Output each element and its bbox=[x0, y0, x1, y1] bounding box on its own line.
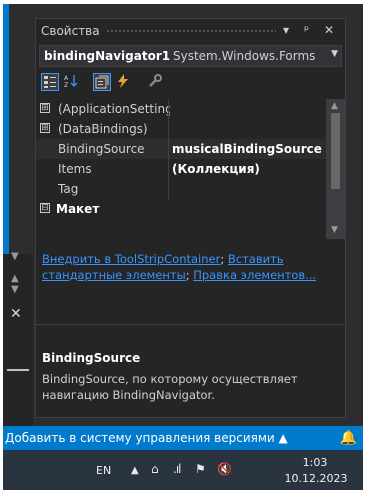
show-hidden-icons-icon[interactable]: ▲ bbox=[131, 465, 139, 476]
expand-arrow-icon[interactable]: ▲ bbox=[11, 274, 19, 284]
pane-splitter[interactable] bbox=[36, 324, 345, 325]
bell-icon[interactable]: 🔔 bbox=[340, 430, 357, 446]
volume-muted-icon[interactable]: 🔇 bbox=[217, 462, 232, 476]
titlebar-grip[interactable] bbox=[106, 29, 276, 34]
flag-notification-icon[interactable]: ⚑ bbox=[195, 462, 206, 476]
property-value[interactable]: musicalBindingSource bbox=[172, 142, 326, 156]
collapse-icon[interactable]: ⊟ bbox=[40, 203, 50, 213]
grid-row-items[interactable]: Items (Коллекция) bbox=[36, 159, 326, 179]
pin-icon[interactable]: ᵖ bbox=[304, 23, 309, 37]
scroll-down-icon[interactable]: ▼ bbox=[331, 225, 338, 235]
add-to-source-control-button[interactable]: Добавить в систему управления версиями ▲ bbox=[5, 431, 288, 445]
properties-toolbar: AZ bbox=[39, 71, 342, 95]
property-grid: ⊞ (ApplicationSettings) ⊞ (DataBindings)… bbox=[36, 99, 345, 239]
column-separator bbox=[168, 119, 169, 139]
commands-separator: ; bbox=[220, 252, 228, 266]
property-name: Tag bbox=[58, 182, 79, 196]
screen: ▼ ▲ ▼ ✕ Свойства ▾ ᵖ ✕ bindingNavigator1… bbox=[3, 4, 363, 490]
network-icon[interactable]: .ıl bbox=[173, 462, 182, 476]
input-language[interactable]: EN bbox=[96, 464, 111, 477]
property-pages-icon[interactable] bbox=[147, 73, 165, 91]
object-selector-dropdown[interactable]: bindingNavigator1 System.Windows.Forms ▼ bbox=[39, 45, 342, 67]
property-name: (DataBindings) bbox=[58, 122, 148, 136]
scroll-thumb[interactable] bbox=[331, 113, 340, 189]
collapse-arrow-icon[interactable]: ▼ bbox=[11, 252, 19, 262]
commands-pane: Внедрить в ToolStripContainer; Вставить … bbox=[42, 251, 337, 283]
description-title: BindingSource bbox=[42, 351, 141, 365]
description-pane: BindingSource BindingSource, по которому… bbox=[42, 351, 340, 403]
window-menu-dropdown-icon[interactable]: ▾ bbox=[283, 23, 289, 37]
properties-window: Свойства ▾ ᵖ ✕ bindingNavigator1 System.… bbox=[35, 18, 346, 418]
category-name: Макет bbox=[56, 202, 100, 216]
property-name: Items bbox=[58, 162, 92, 176]
status-bar: Добавить в систему управления версиями ▲… bbox=[3, 426, 363, 450]
grid-category-layout[interactable]: ⊟ Макет bbox=[36, 199, 326, 219]
usb-device-icon[interactable]: ⌂ bbox=[151, 462, 159, 476]
properties-titlebar: Свойства ▾ ᵖ ✕ bbox=[36, 19, 345, 43]
events-icon[interactable] bbox=[115, 73, 133, 91]
chevron-down-icon[interactable]: ▼ bbox=[331, 49, 338, 59]
windows-taskbar: EN ▲ ⌂ .ıl ⚑ 🔇 1:03 10.12.2023 bbox=[3, 450, 363, 490]
expand-icon[interactable]: ⊞ bbox=[40, 103, 50, 113]
svg-text:Z: Z bbox=[64, 82, 68, 88]
property-name: (ApplicationSettings) bbox=[58, 102, 170, 116]
column-separator bbox=[168, 139, 169, 159]
clock-date[interactable]: 10.12.2023 bbox=[279, 472, 353, 485]
property-name: BindingSource bbox=[58, 142, 145, 156]
grid-row-binding-source[interactable]: BindingSource musicalBindingSource bbox=[36, 139, 326, 159]
svg-text:A: A bbox=[64, 75, 69, 82]
column-separator bbox=[168, 99, 169, 119]
close-icon[interactable]: ✕ bbox=[10, 306, 22, 322]
properties-title: Свойства bbox=[41, 24, 100, 38]
grid-row-data-bindings[interactable]: ⊞ (DataBindings) bbox=[36, 119, 326, 139]
embed-toolstripcontainer-link[interactable]: Внедрить в ToolStripContainer bbox=[42, 252, 220, 266]
collapse-arrow-icon-2[interactable]: ▼ bbox=[11, 285, 19, 295]
edit-items-link[interactable]: Правка элементов... bbox=[193, 268, 316, 282]
scroll-up-icon[interactable]: ▲ bbox=[331, 101, 338, 111]
description-text: BindingSource, по которому осуществляет … bbox=[42, 372, 298, 402]
close-window-icon[interactable]: ✕ bbox=[324, 23, 334, 37]
properties-icon[interactable] bbox=[93, 73, 111, 91]
column-separator bbox=[168, 159, 169, 179]
grid-row-application-settings[interactable]: ⊞ (ApplicationSettings) bbox=[36, 99, 326, 119]
property-value[interactable]: (Коллекция) bbox=[172, 162, 326, 176]
ide-left-strip: ▼ ▲ ▼ ✕ bbox=[3, 4, 33, 426]
alphabetical-icon[interactable]: AZ bbox=[63, 73, 81, 91]
clock-time[interactable]: 1:03 bbox=[295, 456, 335, 469]
object-type: System.Windows.Forms bbox=[173, 49, 316, 63]
grid-scrollbar[interactable]: ▲ ▼ bbox=[326, 99, 345, 239]
grid-row-tag[interactable]: Tag bbox=[36, 179, 326, 199]
expand-icon[interactable]: ⊞ bbox=[40, 123, 50, 133]
object-name: bindingNavigator1 bbox=[44, 49, 171, 63]
divider bbox=[7, 369, 29, 371]
column-separator bbox=[168, 179, 169, 199]
categorized-icon[interactable] bbox=[41, 73, 59, 91]
